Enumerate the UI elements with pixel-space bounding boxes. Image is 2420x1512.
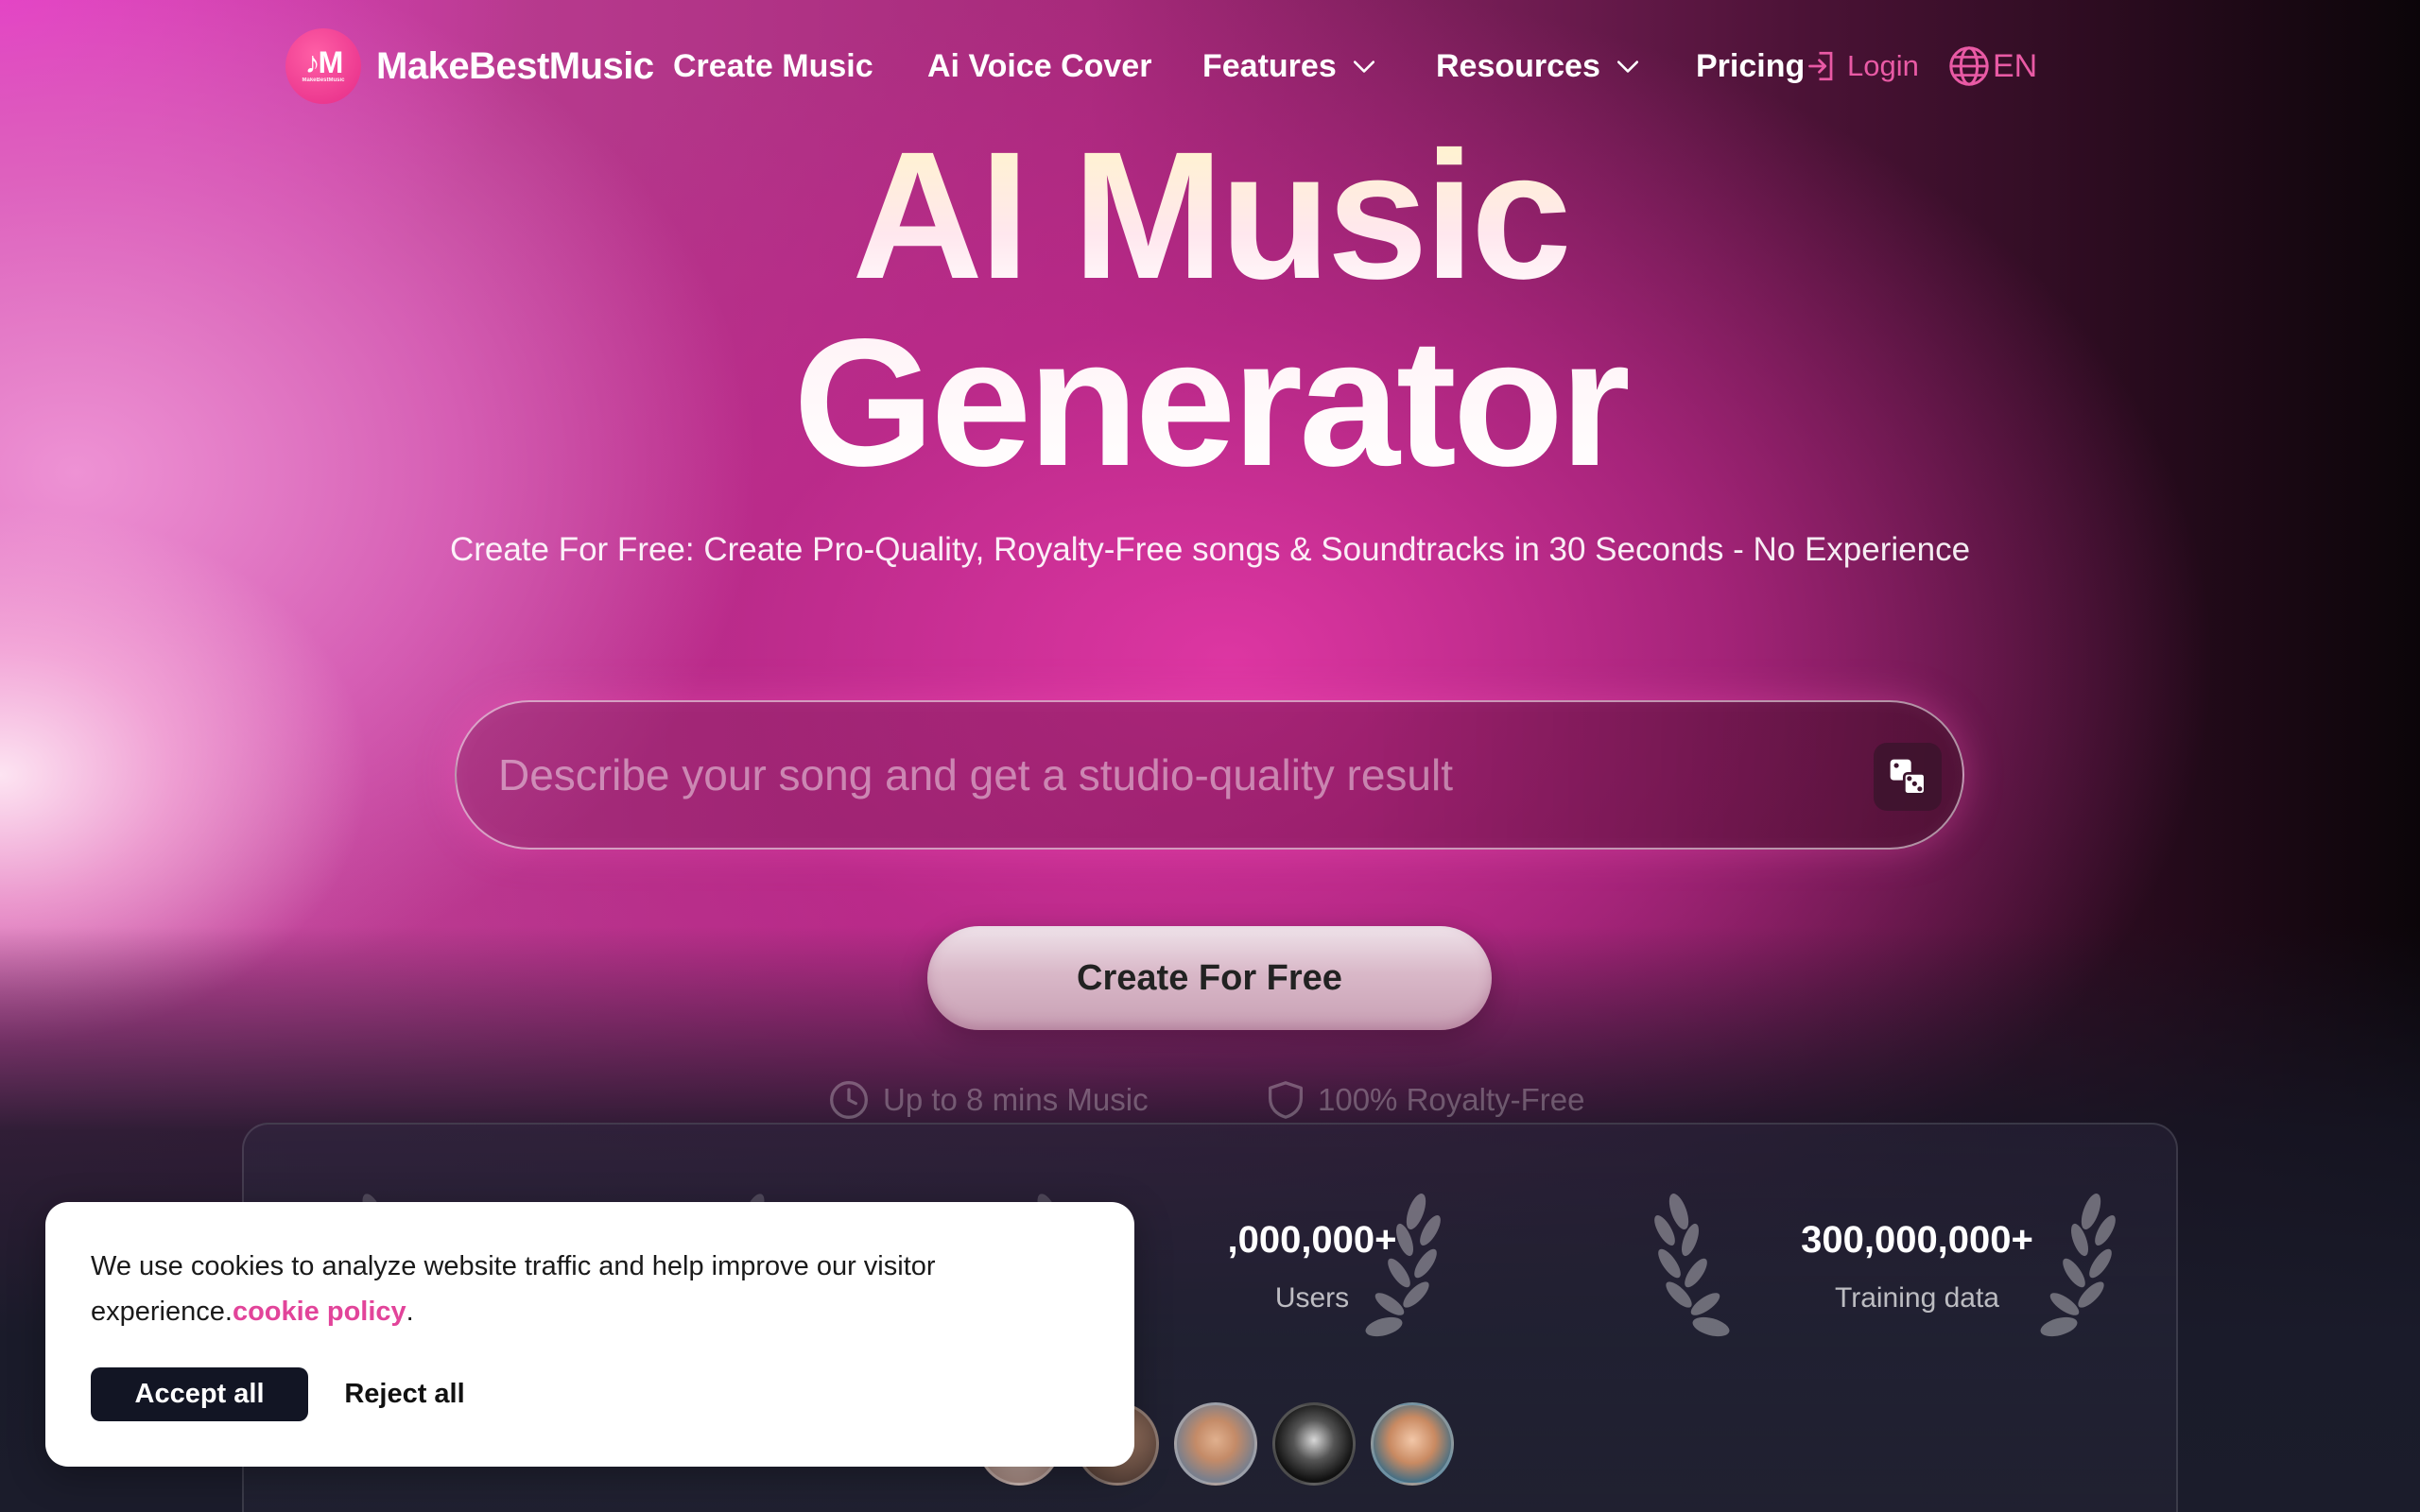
nav-resources[interactable]: Resources: [1436, 26, 1640, 106]
hero-subtitle: Create For Free: Create Pro-Quality, Roy…: [449, 531, 1971, 568]
hero-title-line1: AI Music: [0, 121, 2420, 310]
login-icon: [1808, 51, 1833, 81]
chevron-down-icon: [1616, 60, 1638, 73]
dice-icon: [1890, 759, 1927, 796]
hero-title-line2: Generator: [0, 308, 2420, 497]
avatar: [1272, 1402, 1356, 1486]
shield-icon: [1269, 1081, 1303, 1119]
song-prompt-input[interactable]: [498, 702, 1803, 848]
reject-all-button[interactable]: Reject all: [329, 1367, 480, 1421]
nav-pricing[interactable]: Pricing: [1696, 26, 1805, 106]
song-prompt-box: [455, 700, 1964, 850]
clock-icon: [830, 1081, 868, 1119]
nav-features[interactable]: Features: [1202, 26, 1376, 106]
nav-ai-voice-cover[interactable]: Ai Voice Cover: [927, 26, 1151, 106]
create-for-free-button[interactable]: Create For Free: [927, 926, 1492, 1030]
nav-create-music[interactable]: Create Music: [673, 26, 873, 106]
random-prompt-button[interactable]: [1874, 743, 1942, 811]
stat-users: ,000,000+ Users: [1095, 1219, 1530, 1314]
feature-duration: Up to 8 mins Music: [828, 1075, 1149, 1125]
cookie-message: We use cookies to analyze website traffi…: [91, 1251, 936, 1327]
accept-all-button[interactable]: Accept all: [91, 1367, 308, 1421]
login-link[interactable]: Login: [1807, 26, 1919, 106]
stat-users-value: ,000,000+: [1227, 1219, 1397, 1261]
feature-royalty-free: 100% Royalty-Free: [1267, 1075, 1584, 1125]
globe-icon: [1949, 46, 1989, 86]
avatar: [1371, 1402, 1454, 1486]
chevron-down-icon: [1353, 60, 1374, 73]
avatar: [1174, 1402, 1257, 1486]
nav-links: Create Music Ai Voice Cover Features Res…: [0, 26, 2420, 106]
feature-highlights: Up to 8 mins Music 100% Royalty-Free: [0, 1075, 2420, 1125]
stat-users-label: Users: [1274, 1282, 1350, 1314]
laurel-right-icon: [2040, 1194, 2116, 1337]
cookie-policy-link[interactable]: cookie policy: [233, 1297, 406, 1327]
cookie-banner: We use cookies to analyze website traffi…: [45, 1202, 1134, 1467]
language-selector[interactable]: EN: [1947, 26, 2037, 106]
laurel-right-icon: [1365, 1194, 1441, 1337]
